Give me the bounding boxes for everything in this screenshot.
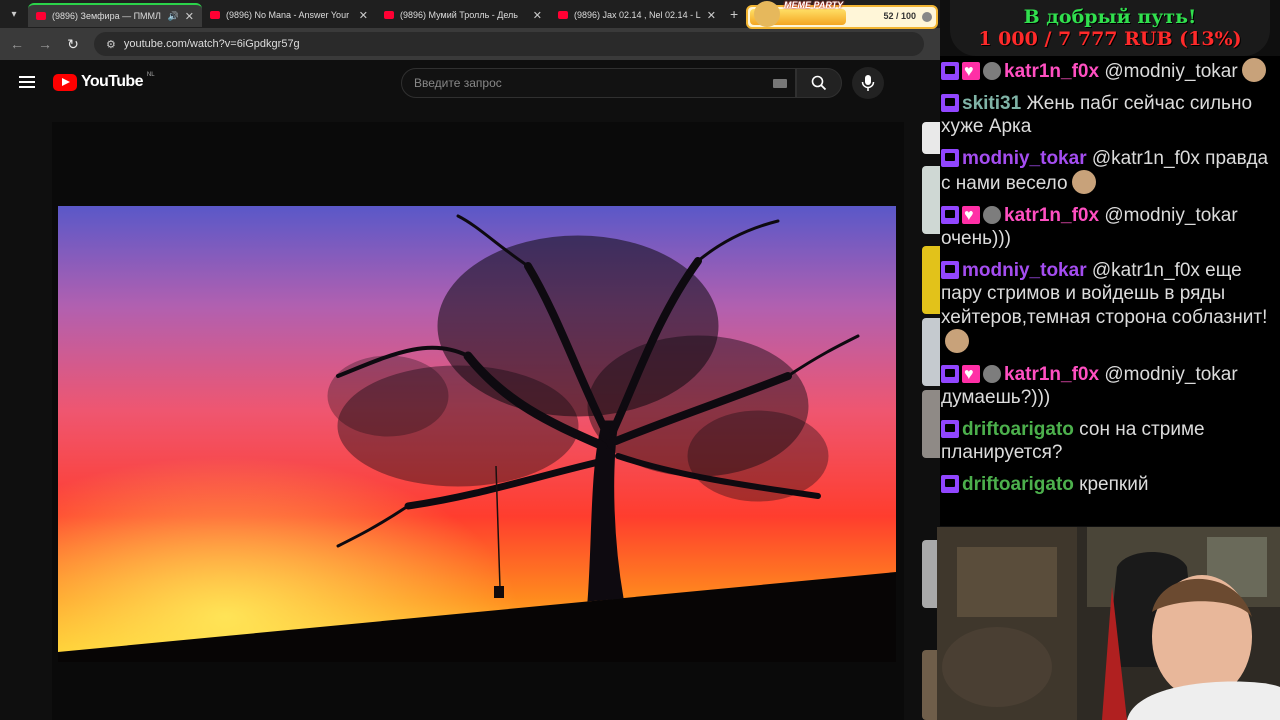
chat-message: modniy_tokar @katr1n_f0x правда с нами в… <box>941 147 1276 196</box>
tab-close-icon[interactable]: ✕ <box>185 10 194 23</box>
tab-search-button[interactable]: ▾ <box>0 0 28 28</box>
meme-party-widget: MEME PARTY 52 / 100 <box>746 0 938 29</box>
keyboard-icon[interactable] <box>773 79 787 88</box>
browser-tab[interactable]: (9896) Мумий Тролль - Дель ✕ <box>376 3 550 27</box>
chat-message: modniy_tokar @katr1n_f0x еще пару стримо… <box>941 259 1276 355</box>
recommendation-item[interactable] <box>922 246 940 314</box>
chat-message: driftoarigato крепкий <box>941 473 1276 497</box>
search-input[interactable]: Введите запрос <box>401 68 796 98</box>
heart-badge-icon <box>962 204 980 227</box>
search-icon <box>811 75 827 91</box>
search-button[interactable] <box>796 68 842 98</box>
video-frame-sunset-tree <box>58 206 896 662</box>
browser-tab[interactable]: (9896) Земфира — ПММЛ 🔊 ✕ <box>28 3 202 27</box>
doge-icon <box>754 1 780 27</box>
youtube-favicon-icon <box>384 11 394 19</box>
menu-icon[interactable] <box>19 76 35 88</box>
donation-goal: В добрый путь! 1 000 / 7 777 RUB (13%) <box>950 0 1270 56</box>
chat-username[interactable]: modniy_tokar <box>962 260 1087 281</box>
tab-close-icon[interactable]: ✕ <box>533 9 542 22</box>
tab-title: (9896) Jax 02.14 , Nel 02.14 - L <box>574 10 701 20</box>
voice-search-button[interactable] <box>852 67 884 99</box>
donation-title: В добрый путь! <box>1023 6 1197 28</box>
back-button[interactable]: ← <box>10 36 24 52</box>
chat-text: @modniy_tokar <box>1104 61 1238 82</box>
tab-close-icon[interactable]: ✕ <box>359 9 368 22</box>
skull-badge-icon <box>983 205 1001 224</box>
reload-button[interactable]: ↻ <box>66 36 80 53</box>
tab-list: (9896) Земфира — ПММЛ 🔊 ✕ (9896) No Mana - … <box>28 1 724 27</box>
chat-username[interactable]: katr1n_f0x <box>1004 205 1099 226</box>
browser-tab[interactable]: (9896) No Mana - Answer Your ✕ <box>202 3 376 27</box>
twitch-badge-icon <box>941 62 959 80</box>
youtube-logo-text: YouTube <box>81 73 143 90</box>
new-tab-button[interactable]: + <box>724 6 744 22</box>
webcam-feed <box>937 527 1280 720</box>
twitch-badge-icon <box>941 148 959 167</box>
twitch-badge-icon <box>941 260 959 279</box>
microphone-icon <box>861 75 875 91</box>
heart-badge-icon <box>962 363 980 386</box>
chat-message: skiti31 Жень пабг сейчас сильно хуже Арк… <box>941 92 1276 139</box>
coin-icon <box>922 12 932 22</box>
twitch-badge-icon <box>941 474 959 493</box>
twitch-badge-icon <box>941 93 959 112</box>
skull-badge-icon <box>983 364 1001 383</box>
chat-message: katr1n_f0x @modniy_tokar <box>941 58 1276 84</box>
chat-username[interactable]: katr1n_f0x <box>1004 61 1099 82</box>
recommendation-item[interactable] <box>922 122 940 154</box>
twitch-badge-icon <box>941 364 959 383</box>
donation-amount: 1 000 / 7 777 RUB (13%) <box>978 28 1242 50</box>
chat-message: driftoarigato сон на стриме планируется? <box>941 418 1276 465</box>
emote-icon <box>945 329 969 353</box>
recommendation-item[interactable] <box>922 390 940 458</box>
forward-button[interactable]: → <box>38 36 52 52</box>
search-placeholder: Введите запрос <box>414 76 502 90</box>
tab-audio-icon[interactable]: 🔊 <box>168 11 179 22</box>
chat-username[interactable]: modniy_tokar <box>962 148 1087 169</box>
emote-icon <box>1241 58 1266 82</box>
emote-icon <box>1071 170 1096 194</box>
youtube-favicon-icon <box>558 11 568 19</box>
site-info-icon[interactable]: ⚙ <box>106 38 116 51</box>
tab-title: (9896) Мумий Тролль - Дель <box>400 10 518 20</box>
recommendation-item[interactable] <box>922 166 940 234</box>
chat-message: katr1n_f0x @modniy_tokar думаешь?))) <box>941 363 1276 410</box>
chat-username[interactable]: driftoarigato <box>962 419 1074 440</box>
heart-badge-icon <box>962 60 980 84</box>
browser-tab[interactable]: (9896) Jax 02.14 , Nel 02.14 - L ✕ <box>550 3 724 27</box>
country-code: NL <box>146 72 155 78</box>
chat-username[interactable]: driftoarigato <box>962 474 1074 495</box>
meme-party-count: 52 / 100 <box>883 11 916 21</box>
tab-title: (9896) Земфира — ПММЛ <box>52 11 161 21</box>
recommendation-item[interactable] <box>922 318 940 386</box>
tab-title: (9896) No Mana - Answer Your <box>226 10 350 20</box>
url-text: youtube.com/watch?v=6iGpdkgr57g <box>123 38 300 50</box>
skull-badge-icon <box>983 62 1001 80</box>
chat-username[interactable]: katr1n_f0x <box>1004 364 1099 385</box>
youtube-header: YouTube NL Введите запрос <box>0 60 940 106</box>
chat-username[interactable]: skiti31 <box>962 93 1021 114</box>
address-bar-row: ← → ↻ ⚙ youtube.com/watch?v=6iGpdkgr57g <box>0 28 940 60</box>
youtube-favicon-icon <box>210 11 220 19</box>
url-field[interactable]: ⚙ youtube.com/watch?v=6iGpdkgr57g <box>94 32 924 56</box>
youtube-favicon-icon <box>36 12 46 20</box>
twitch-badge-icon <box>941 205 959 224</box>
tab-close-icon[interactable]: ✕ <box>707 9 716 22</box>
twitch-badge-icon <box>941 419 959 438</box>
chat-text: крепкий <box>1079 473 1149 495</box>
youtube-logo[interactable]: YouTube NL <box>53 72 155 91</box>
meme-party-label: MEME PARTY <box>784 0 844 10</box>
youtube-play-icon <box>53 73 77 91</box>
chat-message: katr1n_f0x @modniy_tokar очень))) <box>941 204 1276 251</box>
stream-chat: katr1n_f0x @modniy_tokar skiti31 Жень паб… <box>940 56 1280 526</box>
